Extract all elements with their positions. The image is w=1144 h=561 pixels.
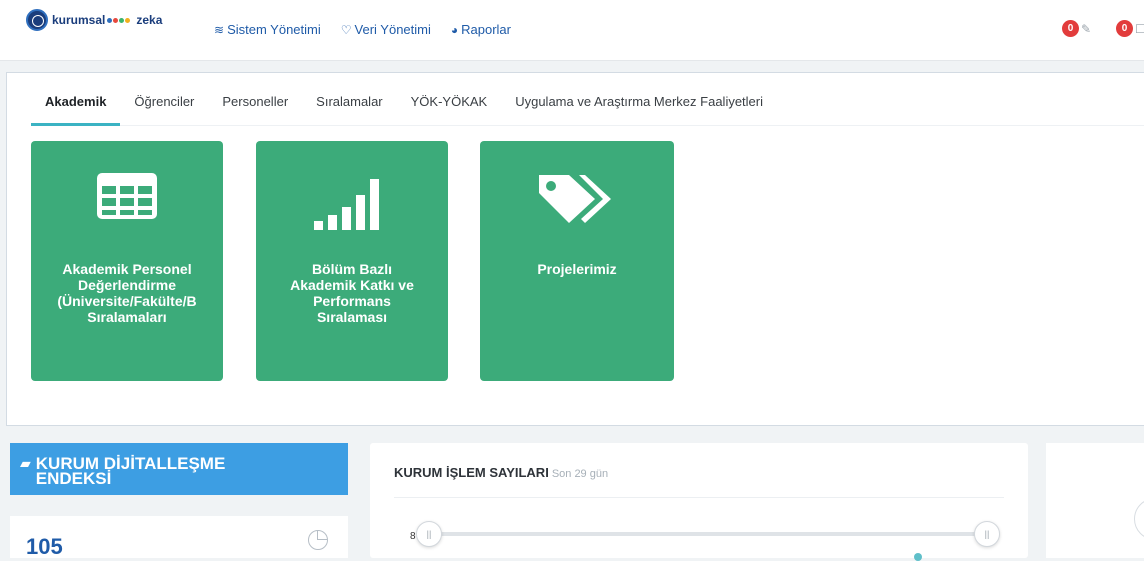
- digital-index-value: 105: [26, 534, 63, 559]
- tab-akademik[interactable]: Akademik: [31, 73, 121, 126]
- alerts-button[interactable]: 0 ☐: [1116, 20, 1144, 37]
- card-title: Akademik Personel Değerlendirme (Ünivers…: [57, 261, 197, 325]
- tab-personeller[interactable]: Personeller: [208, 73, 302, 125]
- slider-label: 8: [410, 531, 416, 542]
- chart-point: [914, 553, 922, 561]
- category-tabs: Akademik Öğrenciler Personeller Sıralama…: [31, 73, 1144, 126]
- card-bolum-bazli[interactable]: Bölüm Bazlı Akademik Katkı ve Performans…: [256, 141, 448, 381]
- tab-siralamalar[interactable]: Sıralamalar: [302, 73, 396, 125]
- notification-count-badge: 0: [1062, 20, 1079, 37]
- nav-sistem-yonetimi[interactable]: ≋ Sistem Yönetimi: [214, 22, 321, 37]
- slider-start-handle[interactable]: ||: [416, 521, 442, 547]
- right-widget: [1046, 443, 1144, 558]
- notification-count-badge: 0: [1116, 20, 1133, 37]
- card-title: Bölüm Bazlı Akademik Katkı ve Performans…: [290, 261, 414, 325]
- edit-icon: ✎: [1081, 21, 1092, 36]
- transactions-title-text: KURUM İŞLEM SAYILARI: [394, 465, 549, 480]
- nav-label: Sistem Yönetimi: [227, 22, 321, 37]
- table-icon: [31, 171, 223, 221]
- dashboard-panel: Akademik Öğrenciler Personeller Sıralama…: [6, 72, 1144, 426]
- tab-uygulama-arastirma[interactable]: Uygulama ve Araştırma Merkez Faaliyetler…: [501, 73, 777, 125]
- top-navbar: kurumsal zeka ≋ Sistem Yönetimi ♡ Veri Y…: [0, 0, 1144, 61]
- logo-dots-icon: [107, 17, 131, 23]
- transactions-title: KURUM İŞLEM SAYILARI Son 29 gün: [394, 465, 608, 480]
- digital-index-card: 105: [10, 516, 348, 559]
- card-akademik-personel[interactable]: Akademik Personel Değerlendirme (Ünivers…: [31, 141, 223, 381]
- date-range-slider[interactable]: [426, 532, 986, 536]
- hand-icon: ♡: [340, 22, 352, 37]
- gauge-icon: [1134, 498, 1144, 540]
- messages-button[interactable]: 0 ✎: [1062, 20, 1091, 37]
- university-seal-icon: [26, 9, 48, 31]
- brand-logo[interactable]: kurumsal zeka: [26, 8, 162, 32]
- signal-bars-icon: [256, 171, 448, 231]
- digital-index-title-line2: ENDEKSİ: [35, 469, 112, 488]
- pie-chart-icon: ◕: [450, 22, 459, 37]
- digital-index-header: ▰ KURUM DİJİTALLEŞME ENDEKSİ: [10, 443, 348, 495]
- nav-label: Raporlar: [461, 22, 511, 37]
- pie-chart-icon: [308, 530, 328, 550]
- briefcase-icon: ▰: [20, 455, 31, 471]
- layers-icon: ≋: [214, 22, 225, 37]
- tab-yok-yokak[interactable]: YÖK-YÖKAK: [397, 73, 502, 125]
- bell-icon: ☐: [1135, 21, 1144, 36]
- divider: [394, 497, 1004, 498]
- tab-ogrenciler[interactable]: Öğrenciler: [120, 73, 208, 125]
- nav-label: Veri Yönetimi: [354, 22, 431, 37]
- main-nav: ≋ Sistem Yönetimi ♡ Veri Yönetimi ◕ Rapo…: [214, 22, 511, 37]
- logo-text-left: kurumsal: [52, 13, 106, 27]
- transactions-widget: KURUM İŞLEM SAYILARI Son 29 gün 8 || ||: [370, 443, 1028, 561]
- nav-veri-yonetimi[interactable]: ♡ Veri Yönetimi: [341, 22, 431, 37]
- nav-raporlar[interactable]: ◕ Raporlar: [451, 22, 511, 37]
- logo-text-right: zeka: [136, 13, 163, 27]
- tags-icon: [480, 171, 674, 227]
- slider-end-handle[interactable]: ||: [974, 521, 1000, 547]
- card-projelerimiz[interactable]: Projelerimiz: [480, 141, 674, 381]
- transactions-subtitle: Son 29 gün: [551, 468, 609, 480]
- card-title: Projelerimiz: [537, 261, 617, 277]
